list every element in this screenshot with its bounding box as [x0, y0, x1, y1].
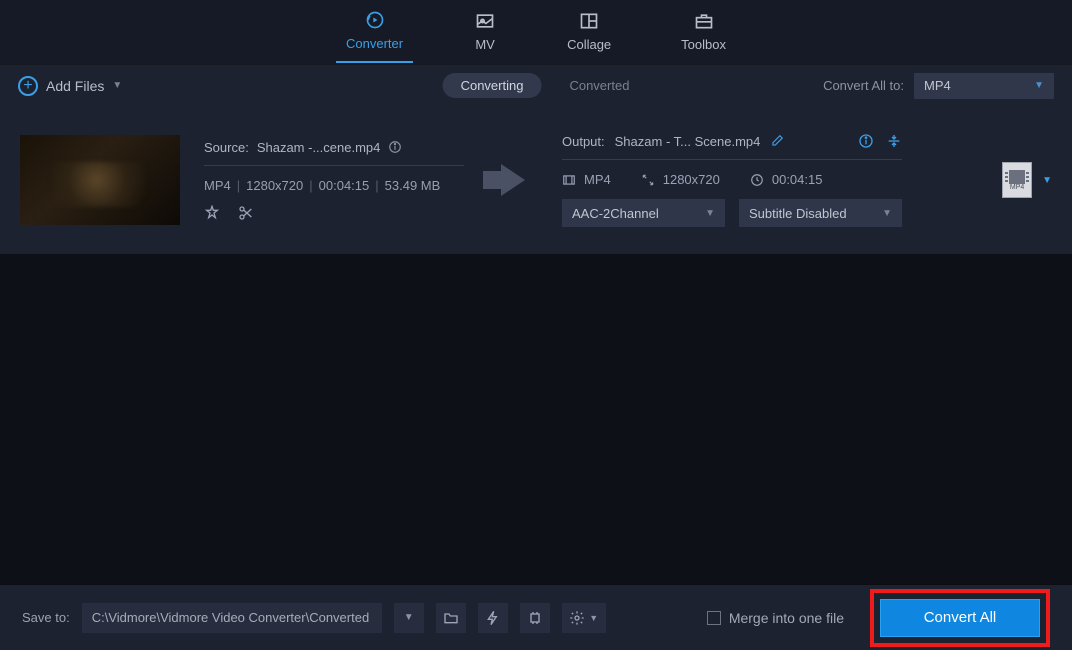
- source-size: 53.49 MB: [385, 178, 441, 193]
- source-resolution: 1280x720: [246, 178, 303, 193]
- add-files-button[interactable]: + Add Files ▼: [18, 76, 122, 96]
- convert-all-to: Convert All to: MP4 ▼: [823, 73, 1054, 99]
- video-thumbnail[interactable]: [20, 135, 180, 225]
- format-badge-label: MP4: [1010, 184, 1024, 191]
- media-info-icon[interactable]: [858, 133, 874, 149]
- audio-dropdown[interactable]: AAC-2Channel ▼: [562, 199, 725, 227]
- output-prefix: Output:: [562, 134, 605, 149]
- settings-button[interactable]: ▼: [562, 603, 606, 633]
- chevron-down-icon: ▼: [705, 208, 715, 219]
- save-path-dropdown[interactable]: ▼: [394, 603, 424, 633]
- output-resolution: 1280x720: [663, 172, 720, 187]
- tab-collage[interactable]: Collage: [557, 3, 621, 62]
- source-info: Source: Shazam -...cene.mp4 MP4| 1280x72…: [204, 140, 464, 221]
- trim-icon[interactable]: [238, 205, 254, 221]
- compress-icon[interactable]: [886, 133, 902, 149]
- edit-icon[interactable]: [770, 134, 784, 148]
- lightning-icon: [485, 610, 501, 626]
- save-path: C:\Vidmore\Vidmore Video Converter\Conve…: [82, 603, 382, 633]
- tab-label: MV: [475, 37, 495, 52]
- converter-icon: [363, 10, 387, 30]
- tab-converted[interactable]: Converted: [569, 78, 629, 93]
- convert-all-value: MP4: [924, 78, 951, 93]
- file-list: Source: Shazam -...cene.mp4 MP4| 1280x72…: [0, 106, 1072, 584]
- format-selector[interactable]: MP4 ▼: [1002, 162, 1052, 198]
- tab-converting[interactable]: Converting: [443, 73, 542, 98]
- chevron-down-icon: ▼: [112, 80, 122, 91]
- subtitle-dropdown[interactable]: Subtitle Disabled ▼: [739, 199, 902, 227]
- chevron-down-icon: ▼: [1034, 80, 1044, 91]
- convert-all-dropdown[interactable]: MP4 ▼: [914, 73, 1054, 99]
- checkbox-icon: [707, 611, 721, 625]
- gpu-accel-button[interactable]: [520, 603, 550, 633]
- folder-icon: [443, 610, 459, 626]
- clock-icon: [750, 173, 764, 187]
- tab-toolbox[interactable]: Toolbox: [671, 3, 736, 62]
- add-files-label: Add Files: [46, 78, 104, 94]
- toolbox-icon: [692, 11, 716, 31]
- arrow-icon: [488, 164, 538, 196]
- output-info: Output: Shazam - T... Scene.mp4 MP4 1280…: [562, 133, 902, 227]
- chevron-down-icon: ▼: [589, 613, 598, 623]
- toolbar: + Add Files ▼ Converting Converted Conve…: [0, 64, 1072, 106]
- tab-converter[interactable]: Converter: [336, 2, 413, 63]
- chevron-down-icon: ▼: [882, 208, 892, 219]
- gear-icon: [569, 610, 585, 626]
- source-prefix: Source:: [204, 140, 249, 155]
- source-filename: Shazam -...cene.mp4: [257, 140, 381, 155]
- resolution-icon: [641, 173, 655, 187]
- source-duration: 00:04:15: [319, 178, 370, 193]
- save-to-label: Save to:: [22, 610, 70, 625]
- status-toggle: Converting Converted: [443, 73, 630, 98]
- convert-all-label: Convert All to:: [823, 78, 904, 93]
- merge-checkbox[interactable]: Merge into one file: [707, 610, 844, 626]
- info-icon[interactable]: [388, 140, 402, 154]
- footer-bar: Save to: C:\Vidmore\Vidmore Video Conver…: [0, 584, 1072, 650]
- effects-icon[interactable]: [204, 205, 220, 221]
- output-filename: Shazam - T... Scene.mp4: [615, 134, 761, 149]
- output-container: MP4: [584, 172, 611, 187]
- tab-label: Converter: [346, 36, 403, 51]
- file-row: Source: Shazam -...cene.mp4 MP4| 1280x72…: [0, 106, 1072, 254]
- merge-label: Merge into one file: [729, 610, 844, 626]
- tab-label: Collage: [567, 37, 611, 52]
- video-icon: [562, 173, 576, 187]
- top-tabs: Converter MV Collage Toolbox: [0, 0, 1072, 64]
- plus-icon: +: [18, 76, 38, 96]
- source-stats: MP4| 1280x720| 00:04:15| 53.49 MB: [204, 178, 464, 193]
- convert-all-button[interactable]: Convert All: [880, 599, 1040, 637]
- hw-accel-button[interactable]: [478, 603, 508, 633]
- tab-mv[interactable]: MV: [463, 3, 507, 62]
- chevron-down-icon: ▼: [404, 612, 414, 623]
- convert-highlight: Convert All: [870, 589, 1050, 647]
- chevron-down-icon: ▼: [1042, 175, 1052, 186]
- output-duration: 00:04:15: [772, 172, 823, 187]
- format-badge-icon: MP4: [1002, 162, 1032, 198]
- tab-label: Toolbox: [681, 37, 726, 52]
- subtitle-value: Subtitle Disabled: [749, 206, 847, 221]
- mv-icon: [473, 11, 497, 31]
- open-folder-button[interactable]: [436, 603, 466, 633]
- audio-value: AAC-2Channel: [572, 206, 659, 221]
- source-container: MP4: [204, 178, 231, 193]
- chip-icon: [527, 610, 543, 626]
- collage-icon: [577, 11, 601, 31]
